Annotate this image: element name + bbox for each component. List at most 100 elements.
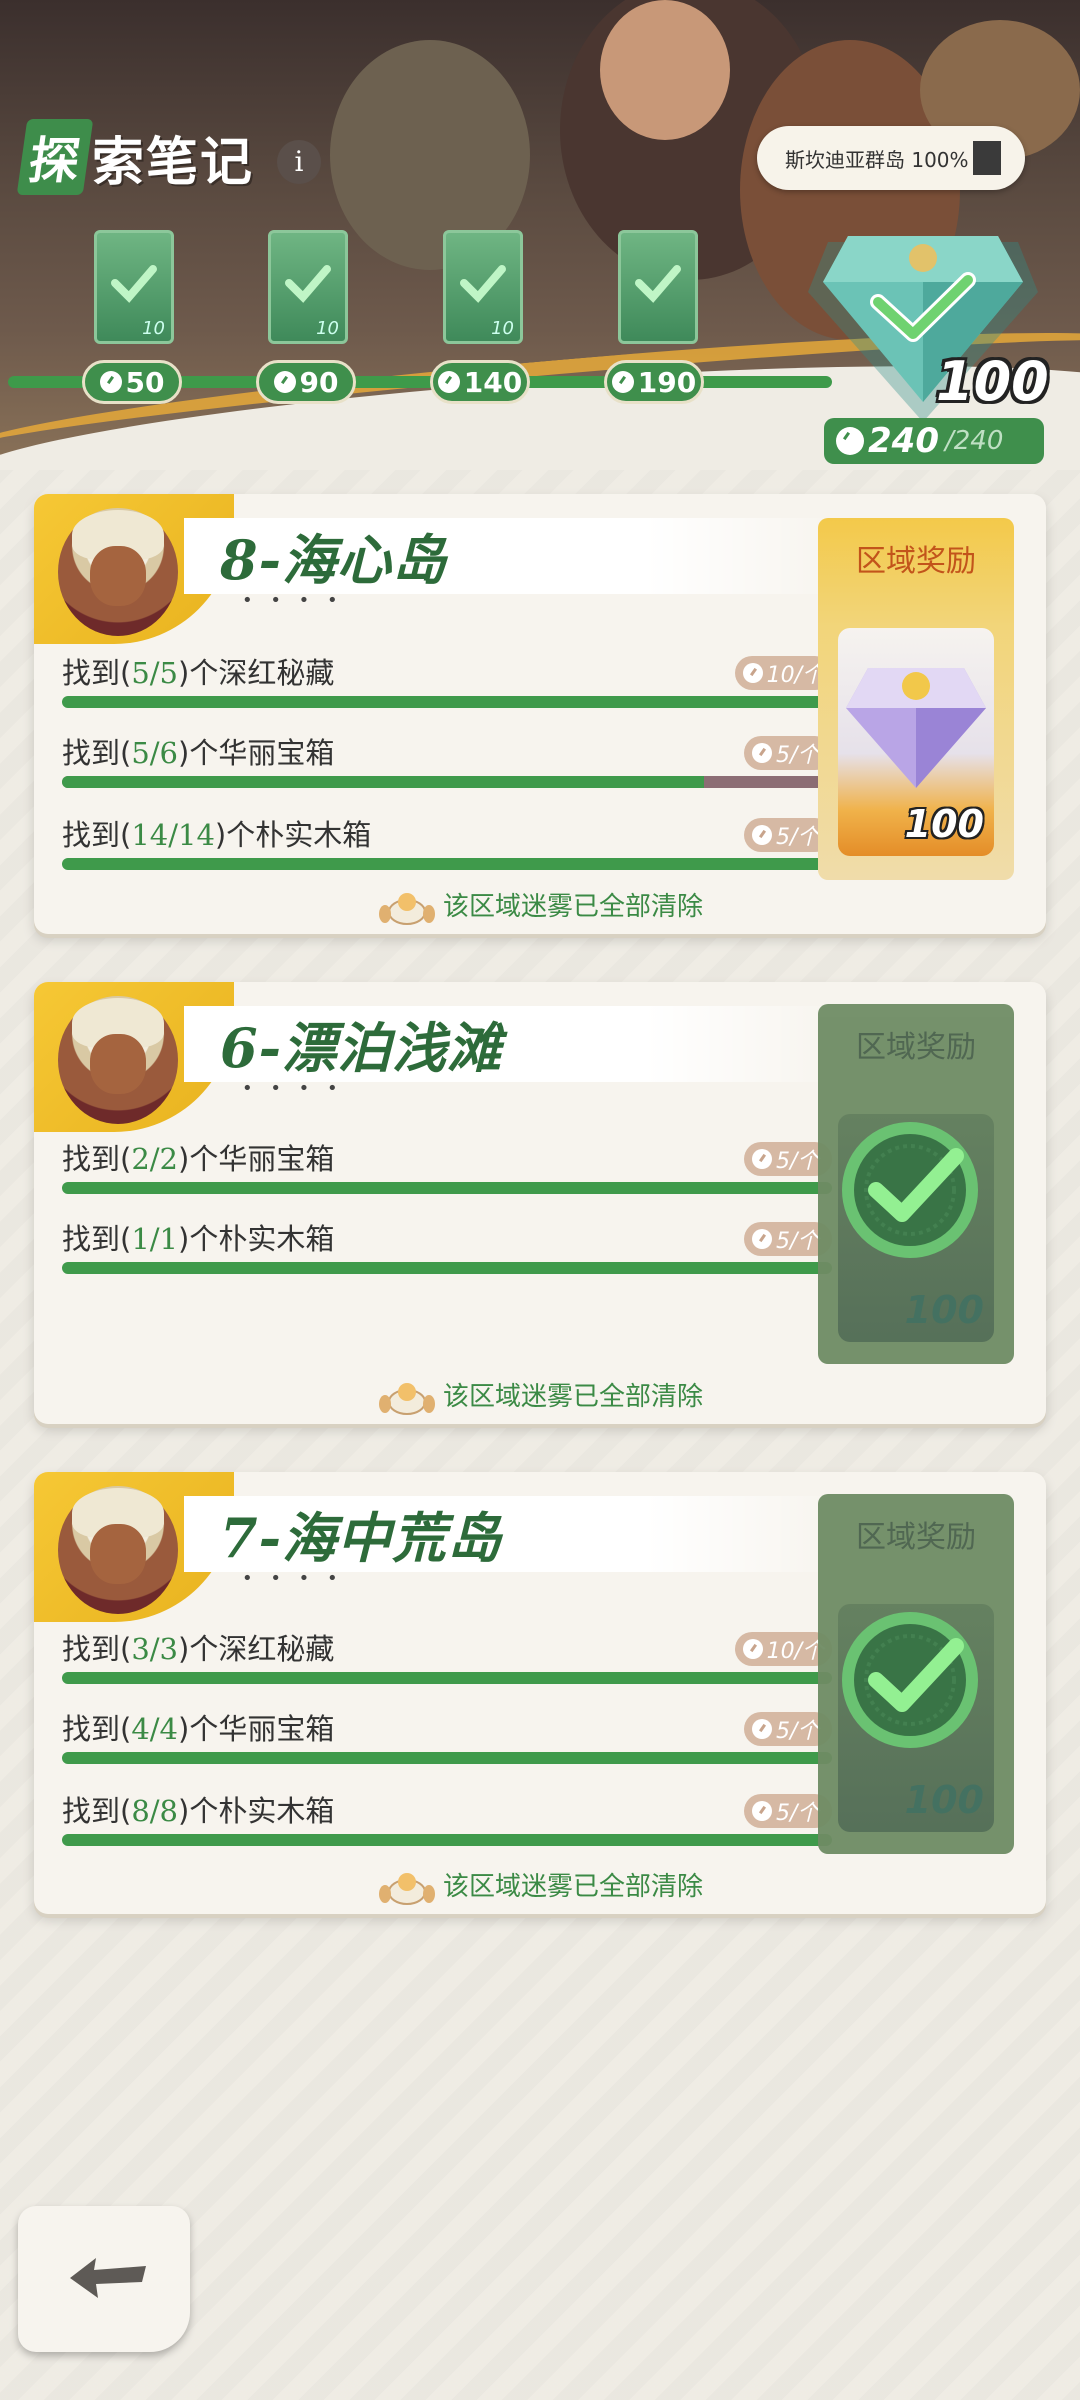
avatar [58, 996, 178, 1124]
task-reward-value: 5/个 [776, 743, 820, 768]
task-prefix: 找到( [62, 1222, 132, 1256]
mascot-icon [377, 1380, 437, 1416]
task-suffix: )个朴实木箱 [214, 818, 372, 852]
region-reward-amount: 100 [904, 802, 984, 846]
region-card-2: 6-漂泊浅滩 • • • • 找到(2/2)个华丽宝箱 5/个 找到(1/1)个… [34, 982, 1046, 1424]
milestone-reward-2[interactable]: 10 [268, 230, 348, 344]
avatar-face [90, 546, 146, 606]
avatar [58, 508, 178, 636]
region-dots: • • • • [242, 590, 344, 611]
fog-cleared-text: 该区域迷雾已全部清除 [442, 1872, 703, 1902]
region-dots: • • • • [242, 1078, 344, 1099]
stopwatch-icon [752, 1229, 772, 1249]
task-row: 找到(8/8)个朴实木箱 5/个 [62, 1784, 832, 1846]
milestone-card-number: 10 [142, 318, 165, 339]
info-icon[interactable]: i [277, 140, 321, 184]
task-text: 找到(5/5)个深红秘藏 [62, 650, 334, 692]
task-progress-bar [62, 776, 832, 788]
header-banner: 探 索笔记 i 斯坎迪亚群岛 100% 10 10 10 50 90 140 1… [0, 0, 1080, 470]
stopwatch-icon [752, 825, 772, 845]
task-count: 5/5 [131, 656, 178, 690]
task-prefix: 找到( [62, 1632, 132, 1666]
stopwatch-icon [273, 371, 296, 393]
milestone-value: 190 [637, 365, 697, 399]
diamond-icon [846, 668, 986, 788]
task-prefix: 找到( [62, 818, 132, 852]
task-count: 3/3 [131, 1632, 178, 1666]
region-progress-marker [972, 141, 1001, 175]
task-reward-value: 5/个 [776, 1229, 820, 1254]
total-max: /240 [944, 426, 1004, 456]
task-reward-value: 5/个 [776, 825, 820, 850]
task-progress-bar [62, 1752, 832, 1764]
task-progress-bar [62, 858, 832, 870]
page-title: 探 索笔记 [16, 119, 255, 195]
task-progress-fill [62, 1672, 832, 1684]
region-reward-item: 100 [838, 1114, 994, 1342]
milestone-reward-3[interactable]: 10 [443, 230, 523, 344]
back-button[interactable] [18, 2206, 190, 2352]
fog-cleared-text: 该区域迷雾已全部清除 [442, 1382, 703, 1412]
region-reward-panel[interactable]: 区域奖励 100 [818, 1494, 1014, 1854]
task-count: 1/1 [131, 1222, 178, 1256]
region-card-1: 8-海心岛 • • • • 找到(5/5)个深红秘藏 10/个 找到(5/6)个… [34, 494, 1046, 934]
task-text: 找到(8/8)个朴实木箱 [62, 1788, 334, 1830]
milestone-reward-4[interactable] [618, 230, 698, 344]
stopwatch-icon [742, 663, 763, 683]
avatar [58, 1486, 178, 1614]
milestone-card-number: 10 [491, 318, 514, 339]
back-arrow-icon [70, 2258, 146, 2298]
task-progress-fill [62, 776, 704, 788]
task-count: 8/8 [131, 1794, 178, 1828]
task-row: 找到(3/3)个深红秘藏 10/个 [62, 1622, 832, 1684]
task-suffix: )个朴实木箱 [178, 1222, 335, 1256]
region-reward-item[interactable]: 100 [838, 628, 994, 856]
title-first-char: 探 [16, 119, 94, 195]
stopwatch-icon [742, 1639, 763, 1659]
task-suffix: )个华丽宝箱 [178, 736, 335, 770]
region-progress-pill[interactable]: 斯坎迪亚群岛 100% [757, 126, 1025, 190]
fog-cleared-text: 该区域迷雾已全部清除 [442, 892, 703, 922]
milestone-value: 140 [463, 365, 523, 399]
task-row: 找到(1/1)个朴实木箱 5/个 [62, 1212, 832, 1274]
task-count: 5/6 [131, 736, 178, 770]
task-progress-fill [62, 858, 832, 870]
check-icon [635, 265, 681, 303]
task-row: 找到(2/2)个华丽宝箱 5/个 [62, 1132, 832, 1194]
mascot-icon [377, 1870, 437, 1906]
stopwatch-icon [752, 1801, 772, 1821]
region-reward-panel[interactable]: 区域奖励 100 [818, 518, 1014, 880]
region-reward-item: 100 [838, 1604, 994, 1832]
task-row: 找到(5/6)个华丽宝箱 5/个 [62, 726, 832, 788]
task-progress-fill [62, 1834, 832, 1846]
region-reward-label: 区域奖励 [856, 1030, 976, 1065]
task-prefix: 找到( [62, 1142, 132, 1176]
task-count: 2/2 [131, 1142, 178, 1176]
region-name: 8-海心岛 [220, 528, 447, 592]
milestone-badge-1: 50 [82, 360, 182, 404]
milestone-badge-4: 190 [604, 360, 704, 404]
task-text: 找到(2/2)个华丽宝箱 [62, 1136, 334, 1178]
milestone-value: 90 [299, 365, 339, 399]
task-suffix: )个华丽宝箱 [178, 1142, 335, 1176]
task-progress-fill [62, 696, 832, 708]
task-progress-fill [62, 1182, 832, 1194]
task-text: 找到(3/3)个深红秘藏 [62, 1626, 334, 1668]
milestone-badge-2: 90 [256, 360, 356, 404]
task-prefix: 找到( [62, 1712, 132, 1746]
task-reward-value: 5/个 [776, 1801, 820, 1826]
title-rest: 索笔记 [92, 132, 255, 193]
stopwatch-icon [752, 743, 772, 763]
milestone-reward-1[interactable]: 10 [94, 230, 174, 344]
task-suffix: )个深红秘藏 [178, 656, 335, 690]
region-reward-panel[interactable]: 区域奖励 100 [818, 1004, 1014, 1364]
task-text: 找到(5/6)个华丽宝箱 [62, 730, 334, 772]
task-count: 4/4 [131, 1712, 178, 1746]
task-count: 14/14 [131, 818, 215, 852]
check-icon [285, 265, 331, 303]
task-progress-fill [62, 1262, 832, 1274]
task-prefix: 找到( [62, 736, 132, 770]
region-progress-text: 斯坎迪亚群岛 100% [785, 147, 969, 172]
stopwatch-icon [99, 371, 122, 393]
milestone-badge-3: 140 [430, 360, 530, 404]
